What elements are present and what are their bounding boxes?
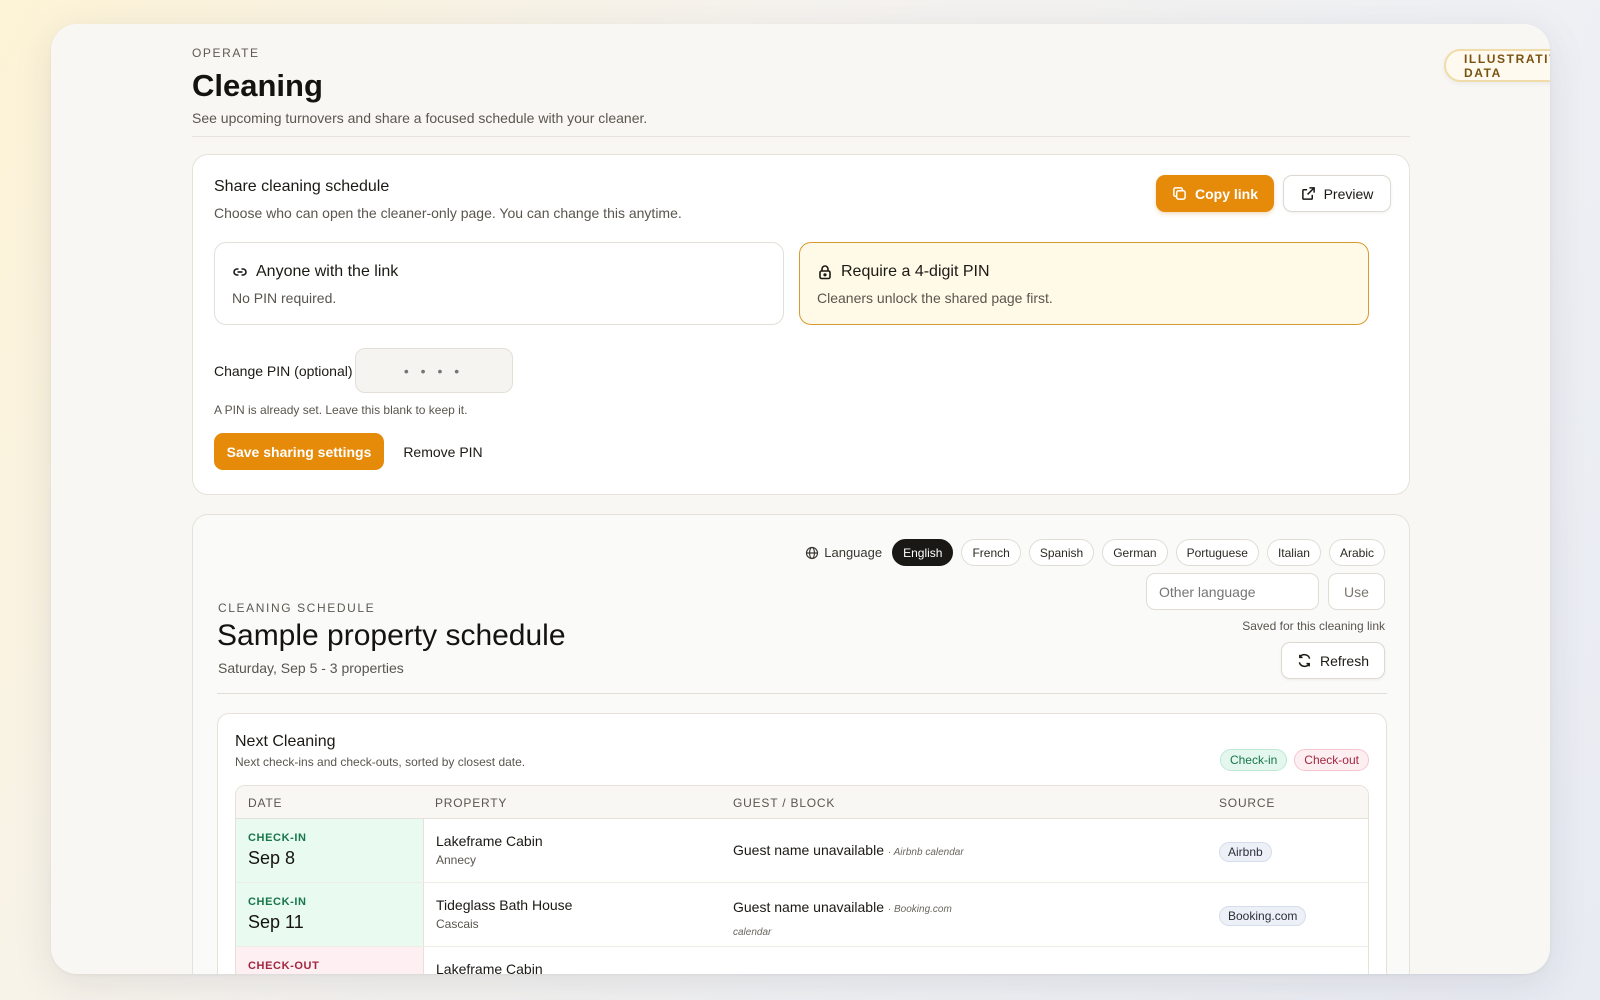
app-window: ILLUSTRATIVE DATA OPERATE Cleaning See u… xyxy=(51,24,1550,974)
other-language-input[interactable] xyxy=(1146,573,1319,610)
page-header: OPERATE Cleaning See upcoming turnovers … xyxy=(192,46,1410,126)
copy-icon xyxy=(1173,187,1186,200)
schedule-title: Sample property schedule xyxy=(217,619,566,652)
refresh-label: Refresh xyxy=(1319,652,1370,669)
property-name: Lakeframe Cabin xyxy=(436,833,543,849)
cleaning-schedule-card: Language English French Spanish German P… xyxy=(192,514,1410,974)
preview-button[interactable]: Preview xyxy=(1283,175,1391,212)
option-description: No PIN required. xyxy=(232,290,337,306)
language-chip-german[interactable]: German xyxy=(1102,539,1168,566)
language-chip-arabic[interactable]: Arabic xyxy=(1328,539,1385,566)
property-name: Tideglass Bath House xyxy=(436,897,573,913)
language-chip-italian[interactable]: Italian xyxy=(1266,539,1321,566)
table-row[interactable]: CHECK-OUT Lakeframe Cabin xyxy=(236,947,1368,974)
copy-link-button[interactable]: Copy link xyxy=(1156,175,1274,212)
date-cell: CHECK-IN Sep 11 xyxy=(236,883,424,946)
table-row[interactable]: CHECK-IN Sep 11 Tideglass Bath House Cas… xyxy=(236,883,1368,947)
link-icon xyxy=(233,268,247,276)
guest-name: Guest name unavailable xyxy=(733,842,884,858)
saved-note: Saved for this cleaning link xyxy=(1242,619,1385,633)
property-location: Annecy xyxy=(436,853,477,867)
share-schedule-card: Share cleaning schedule Choose who can o… xyxy=(192,154,1410,495)
refresh-icon xyxy=(1298,653,1311,668)
save-sharing-settings-button[interactable]: Save sharing settings xyxy=(214,433,384,470)
other-language-row: Use xyxy=(1146,573,1385,610)
guest-name: Guest name unavailable xyxy=(733,899,884,915)
language-chip-french[interactable]: French xyxy=(961,539,1021,566)
table-row[interactable]: CHECK-IN Sep 8 Lakeframe Cabin Annecy Gu… xyxy=(236,819,1368,883)
column-header-source: SOURCE xyxy=(1219,796,1276,810)
column-header-date: DATE xyxy=(248,796,283,810)
source-badge: Airbnb xyxy=(1219,842,1272,862)
share-title: Share cleaning schedule xyxy=(214,178,390,195)
guest-cell: Guest name unavailable · Airbnb calendar xyxy=(733,840,973,863)
header-divider xyxy=(192,136,1410,137)
legend-checkin: Check-in xyxy=(1219,749,1288,771)
language-chip-portuguese[interactable]: Portuguese xyxy=(1175,539,1259,566)
event-kind: CHECK-IN xyxy=(248,832,307,844)
globe-icon xyxy=(806,546,819,559)
page-eyebrow: OPERATE xyxy=(192,46,260,60)
pin-help-text: A PIN is already set. Leave this blank t… xyxy=(214,403,468,417)
legend: Check-in Check-out xyxy=(1219,749,1369,771)
option-title: Anyone with the link xyxy=(256,263,399,280)
guest-source: · Airbnb calendar xyxy=(887,847,964,858)
language-label-text: Language xyxy=(824,545,883,560)
event-date: Sep 8 xyxy=(248,848,296,868)
share-description: Choose who can open the cleaner-only pag… xyxy=(214,205,682,221)
source-badge: Booking.com xyxy=(1219,906,1307,926)
language-chip-english[interactable]: English xyxy=(892,539,954,566)
property-name: Lakeframe Cabin xyxy=(436,961,543,974)
source-cell: Booking.com xyxy=(1219,906,1307,926)
remove-pin-button[interactable]: Remove PIN xyxy=(393,433,493,470)
next-cleaning-description: Next check-ins and check-outs, sorted by… xyxy=(235,755,526,769)
legend-checkout: Check-out xyxy=(1294,749,1369,771)
event-kind: CHECK-OUT xyxy=(248,960,320,972)
property-location: Cascais xyxy=(436,917,479,931)
event-date: Sep 11 xyxy=(248,912,304,932)
date-cell: CHECK-IN Sep 8 xyxy=(236,819,424,882)
guest-cell: Guest name unavailable · Booking.com cal… xyxy=(733,897,973,943)
option-title: Require a 4-digit PIN xyxy=(841,263,990,280)
next-cleaning-title: Next Cleaning xyxy=(235,733,336,750)
property-cell: Tideglass Bath House Cascais xyxy=(436,897,572,931)
schedule-subtitle: Saturday, Sep 5 - 3 properties xyxy=(218,660,404,676)
use-language-button[interactable]: Use xyxy=(1328,573,1385,610)
source-cell: Airbnb xyxy=(1219,842,1272,862)
option-anyone-with-link[interactable]: Anyone with the link No PIN required. xyxy=(214,242,784,325)
event-kind: CHECK-IN xyxy=(248,896,307,908)
next-cleaning-card: Next Cleaning Next check-ins and check-o… xyxy=(217,713,1387,974)
pin-input[interactable] xyxy=(354,348,513,393)
property-cell: Lakeframe Cabin xyxy=(436,961,543,974)
schedule-divider xyxy=(217,693,1387,694)
language-selector: Language English French Spanish German P… xyxy=(805,539,1385,566)
next-cleaning-table: DATE PROPERTY GUEST / BLOCK SOURCE CHECK… xyxy=(235,785,1369,974)
change-pin-label: Change PIN (optional) xyxy=(214,362,353,379)
option-require-pin[interactable]: Require a 4-digit PIN Cleaners unlock th… xyxy=(799,242,1369,325)
option-description: Cleaners unlock the shared page first. xyxy=(817,290,1053,306)
lock-icon xyxy=(819,265,831,280)
column-header-property: PROPERTY xyxy=(435,796,508,810)
column-header-guest: GUEST / BLOCK xyxy=(733,796,836,810)
refresh-button[interactable]: Refresh xyxy=(1281,642,1385,679)
language-chip-spanish[interactable]: Spanish xyxy=(1028,539,1095,566)
schedule-eyebrow: CLEANING SCHEDULE xyxy=(218,601,376,615)
page-subtitle: See upcoming turnovers and share a focus… xyxy=(192,110,648,126)
change-pin-row: Change PIN (optional) xyxy=(214,348,513,393)
property-cell: Lakeframe Cabin Annecy xyxy=(436,833,543,867)
language-label: Language xyxy=(805,545,882,560)
page-title: Cleaning xyxy=(192,68,323,103)
illustrative-data-badge: ILLUSTRATIVE DATA xyxy=(1444,49,1550,82)
copy-link-label: Copy link xyxy=(1194,185,1258,202)
date-cell: CHECK-OUT xyxy=(236,947,424,974)
external-link-icon xyxy=(1301,187,1315,200)
table-header: DATE PROPERTY GUEST / BLOCK SOURCE xyxy=(236,786,1368,819)
preview-label: Preview xyxy=(1323,185,1374,202)
